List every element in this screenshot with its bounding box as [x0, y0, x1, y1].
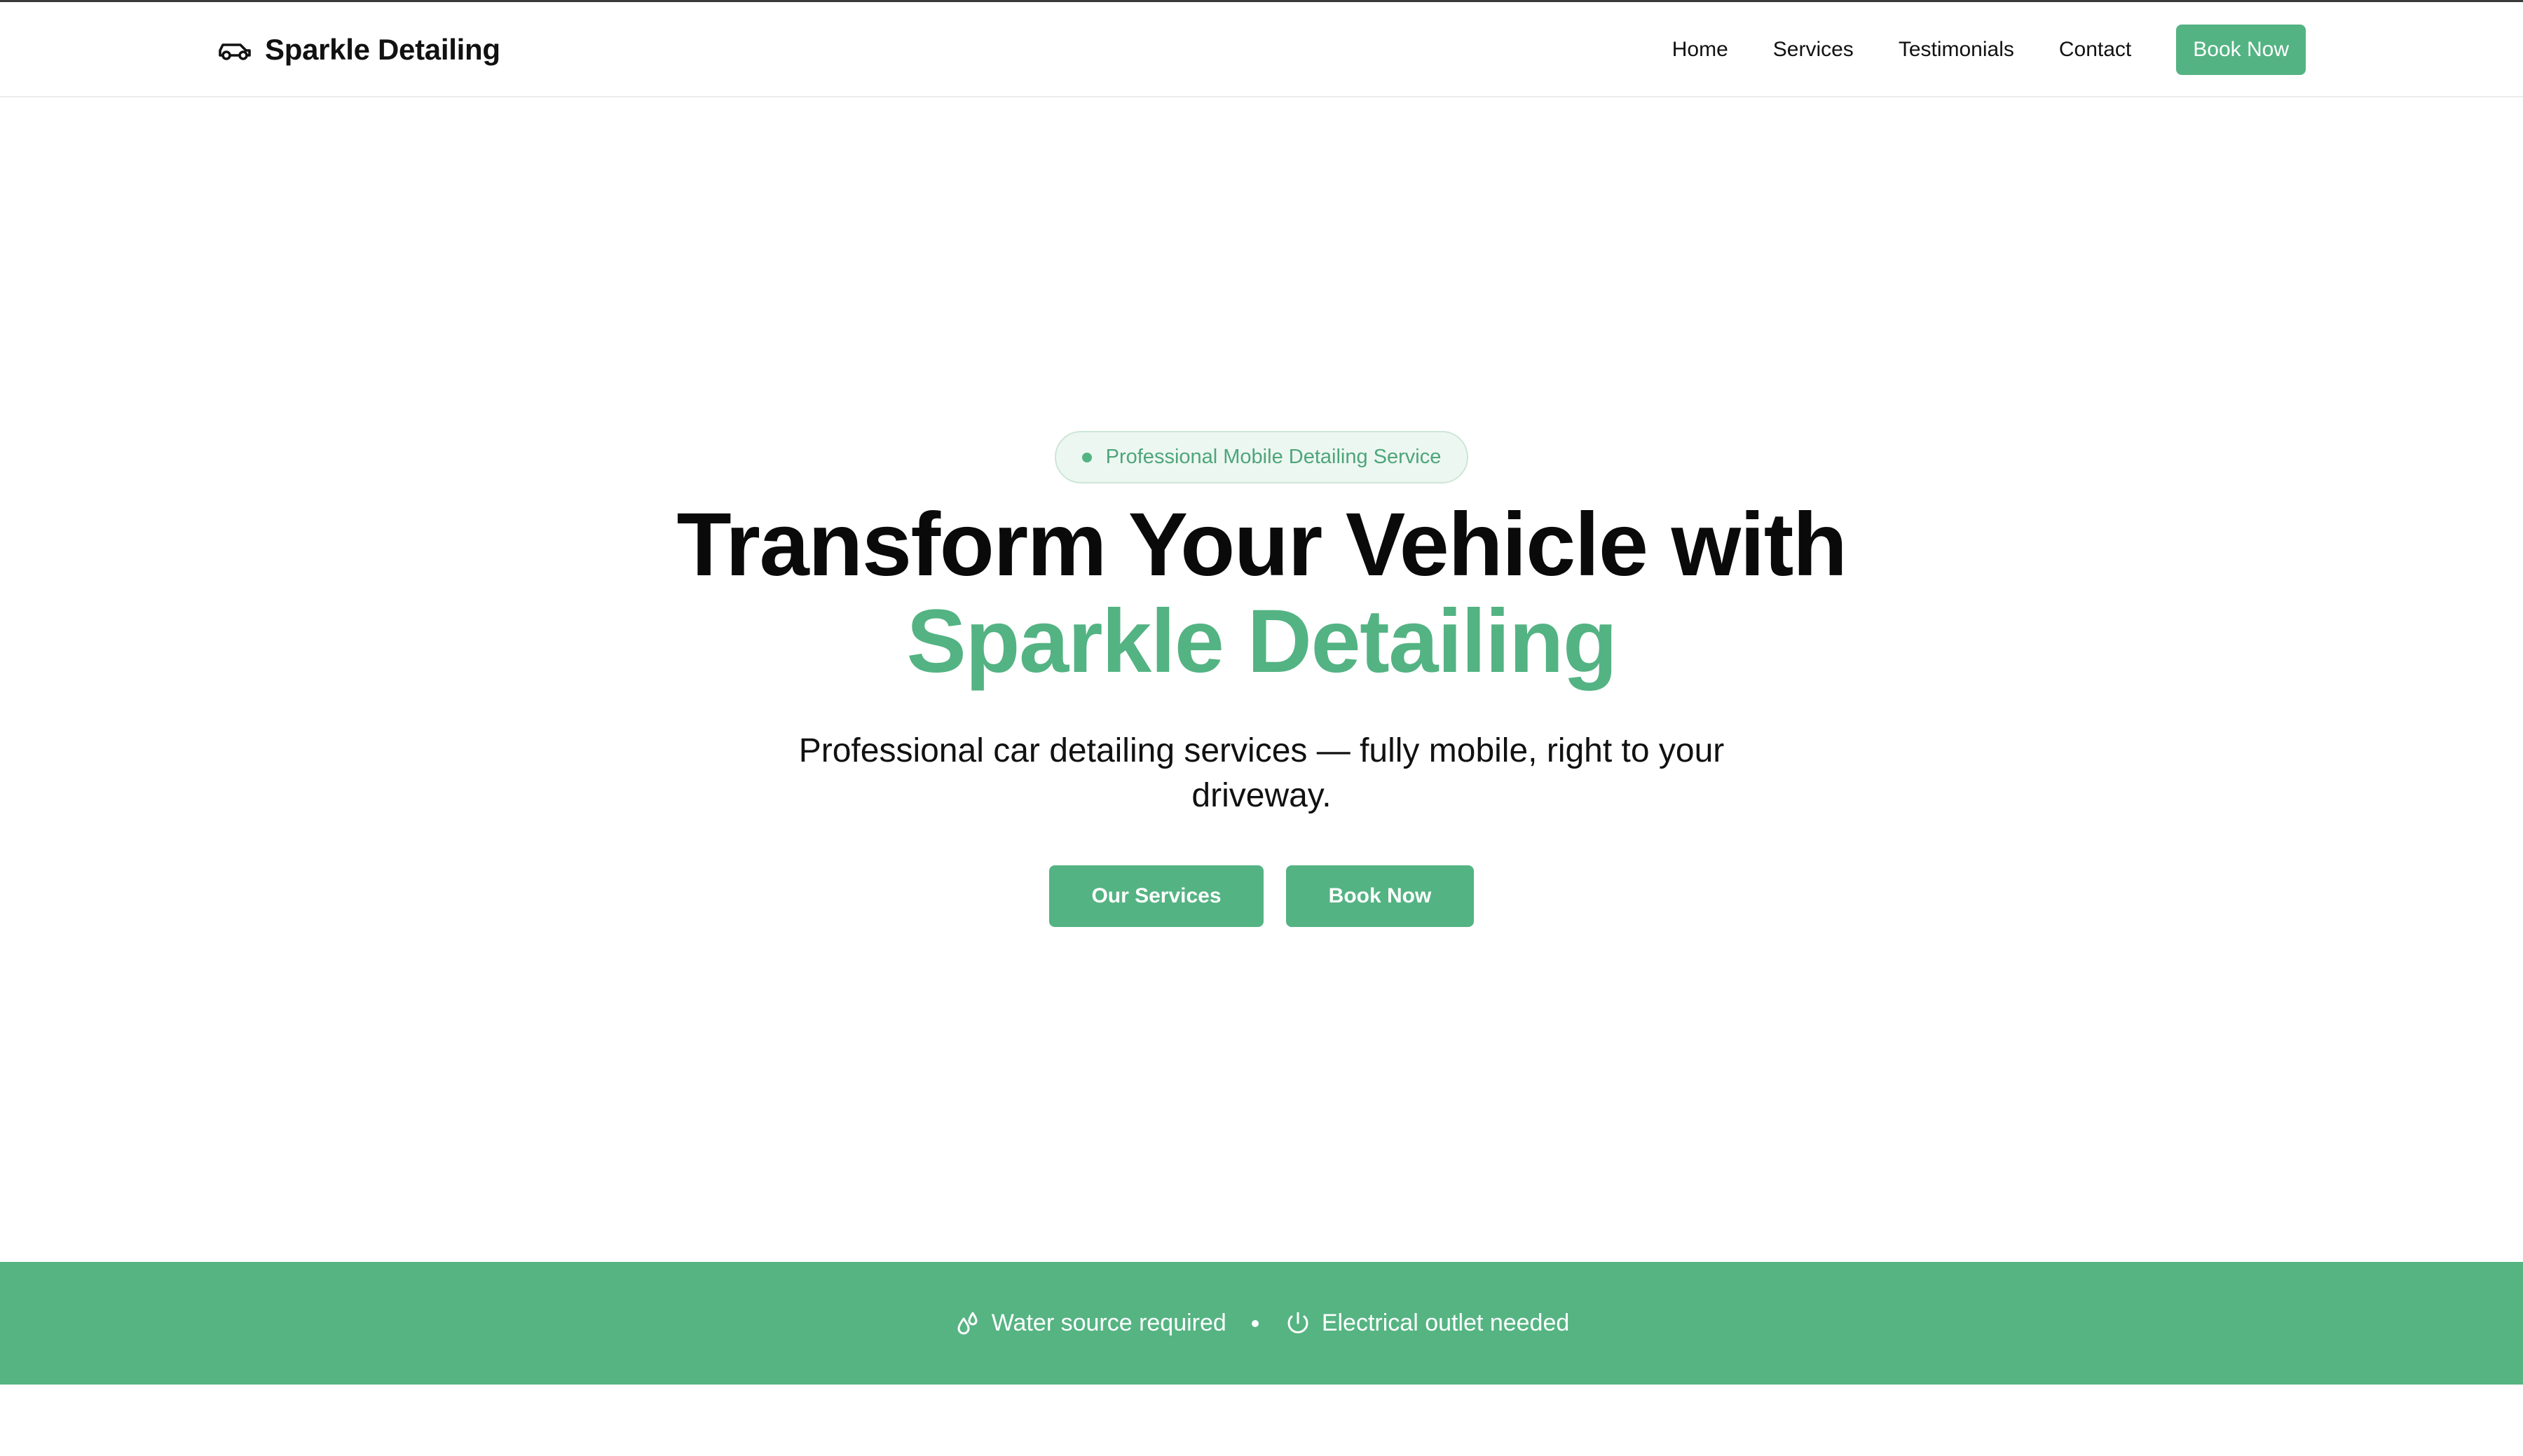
- page: Sparkle Detailing Home Services Testimon…: [0, 0, 2523, 1456]
- hero-subtitle: Professional car detailing services — fu…: [798, 732, 1725, 814]
- power-requirement: Electrical outlet needed: [1284, 1310, 1569, 1338]
- power-requirement-text: Electrical outlet needed: [1321, 1310, 1570, 1336]
- headline-highlight: Sparkle Detailing: [906, 591, 1618, 692]
- droplets-icon: [954, 1310, 982, 1338]
- service-badge: Professional Mobile Detailing Service: [1055, 431, 1468, 483]
- badge-dot-icon: [1081, 452, 1092, 462]
- badge-text: Professional Mobile Detailing Service: [1105, 446, 1442, 468]
- brand-logo[interactable]: Sparkle Detailing: [217, 2, 500, 97]
- main-nav: Home Services Testimonials Contact Book …: [1672, 2, 2306, 97]
- car-icon: [217, 32, 252, 67]
- hero-book-now-button[interactable]: Book Now: [1286, 865, 1474, 927]
- brand-name: Sparkle Detailing: [265, 33, 500, 66]
- header-book-now-button[interactable]: Book Now: [2176, 25, 2306, 75]
- nav-home[interactable]: Home: [1672, 38, 1728, 62]
- site-header: Sparkle Detailing Home Services Testimon…: [0, 2, 2523, 97]
- headline-line1: Transform Your Vehicle with: [676, 495, 1848, 595]
- hero-headline: Transform Your Vehicle with Sparkle Deta…: [0, 497, 2523, 690]
- water-requirement: Water source required: [954, 1310, 1226, 1338]
- water-requirement-text: Water source required: [991, 1310, 1226, 1336]
- requirements-banner: Water source required Electrical outlet …: [0, 1262, 2523, 1385]
- hero-actions: Our Services Book Now: [0, 865, 2523, 927]
- hero-section: Professional Mobile Detailing Service Tr…: [0, 97, 2523, 1262]
- nav-services[interactable]: Services: [1773, 38, 1854, 62]
- our-services-button[interactable]: Our Services: [1049, 865, 1264, 927]
- nav-testimonials[interactable]: Testimonials: [1899, 38, 2014, 62]
- power-icon: [1284, 1310, 1312, 1338]
- nav-contact[interactable]: Contact: [2059, 38, 2131, 62]
- separator-dot: [1251, 1319, 1259, 1327]
